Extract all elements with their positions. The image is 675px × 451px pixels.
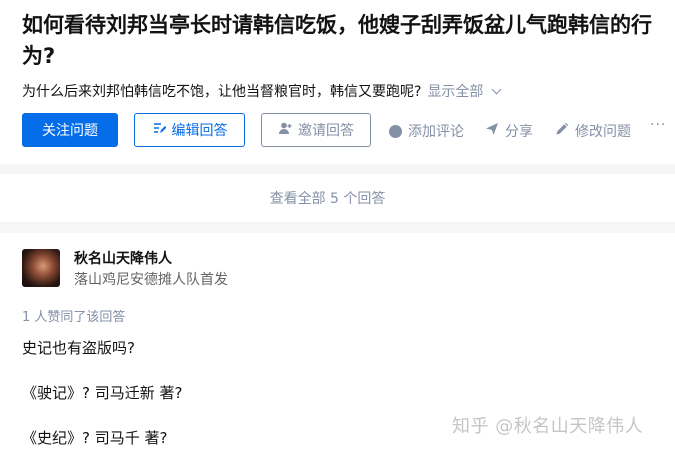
- follow-question-label: 关注问题: [42, 123, 98, 139]
- more-button[interactable]: ···: [650, 117, 666, 133]
- edit-answer-button[interactable]: 编辑回答: [134, 113, 245, 147]
- author-bio: 落山鸡尼安德摊人队首发: [74, 272, 228, 288]
- share-button[interactable]: 分享: [485, 121, 533, 141]
- author-name[interactable]: 秋名山天降伟人: [74, 248, 172, 268]
- answer-paragraph: 《驶记》? 司马迁新 著?: [22, 384, 183, 402]
- answer-paragraph: 史记也有盗版吗?: [22, 339, 135, 357]
- invite-answer-label: 邀请回答: [298, 123, 354, 139]
- avatar[interactable]: [22, 249, 60, 287]
- vote-count: 1 人赞同了该回答: [22, 310, 126, 325]
- view-all-label: 查看全部 5 个回答: [269, 191, 386, 207]
- invite-icon: [278, 121, 292, 139]
- pencil-icon: [555, 122, 569, 140]
- chevron-down-icon: [491, 84, 502, 95]
- add-comment-label: 添加评论: [408, 124, 464, 140]
- invite-answer-button[interactable]: 邀请回答: [261, 113, 371, 147]
- more-icon: ···: [650, 117, 667, 133]
- edit-question-label: 修改问题: [575, 124, 631, 140]
- share-icon: [485, 122, 499, 140]
- show-all-link[interactable]: 显示全部: [427, 84, 502, 100]
- comment-icon: [389, 124, 402, 138]
- edit-answer-label: 编辑回答: [171, 123, 228, 139]
- edit-icon: [152, 121, 166, 139]
- view-all-answers[interactable]: 查看全部 5 个回答: [0, 174, 675, 222]
- share-label: 分享: [505, 124, 533, 140]
- show-all-label: 显示全部: [427, 84, 484, 100]
- question-title[interactable]: 如何看待刘邦当亭长时请韩信吃饭，他嫂子刮弄饭盆儿气跑韩信的行为?: [22, 10, 675, 72]
- add-comment-button[interactable]: 添加评论: [389, 121, 464, 141]
- question-detail-text: 为什么后来刘邦怕韩信吃不饱，让他当督粮官时，韩信又要跑呢?: [22, 84, 422, 100]
- answer-paragraph: 《史纪》? 司马千 著?: [22, 429, 168, 447]
- question-header: 如何看待刘邦当亭长时请韩信吃饭，他嫂子刮弄饭盆儿气跑韩信的行为? 为什么后来刘邦…: [0, 0, 675, 164]
- watermark: 知乎 @秋名山天降伟人: [452, 416, 644, 437]
- question-detail: 为什么后来刘邦怕韩信吃不饱，让他当督粮官时，韩信又要跑呢? 显示全部: [22, 82, 502, 102]
- edit-question-button[interactable]: 修改问题: [555, 121, 631, 141]
- follow-question-button[interactable]: 关注问题: [22, 113, 118, 147]
